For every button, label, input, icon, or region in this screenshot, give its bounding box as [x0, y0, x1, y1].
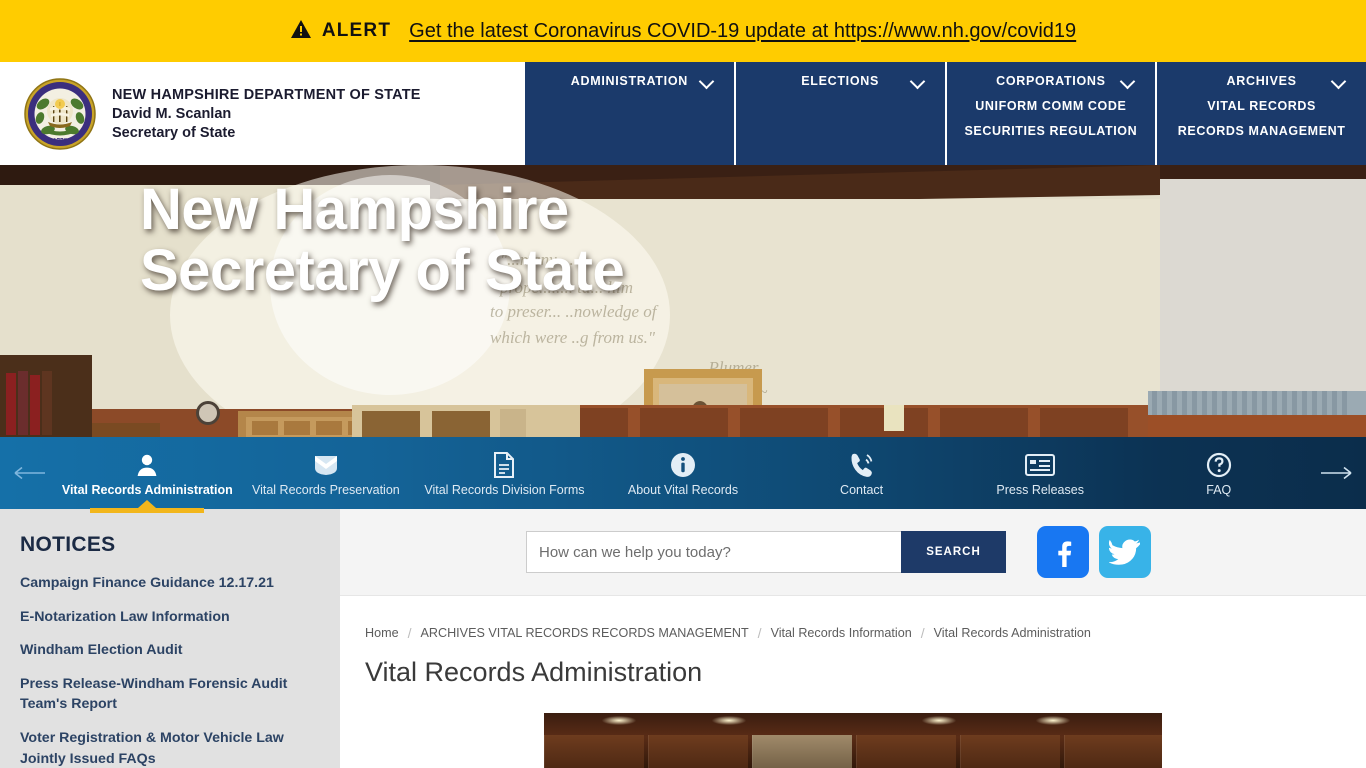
inav-about-vital-records[interactable]: About Vital Records [594, 437, 773, 509]
nav-column-administration[interactable]: ADMINISTRATION [525, 62, 734, 165]
content-image-wrap [340, 713, 1366, 768]
breadcrumb-item-archives[interactable]: ARCHIVES VITAL RECORDS RECORDS MANAGEMEN… [420, 626, 748, 640]
active-caret [138, 500, 157, 508]
brand-block[interactable]: 1776 NEW HAMPSHIRE DEPARTMENT OF STATE D… [0, 62, 525, 165]
search-input[interactable] [526, 531, 901, 573]
nav-top-archives[interactable]: ARCHIVES [1157, 73, 1366, 90]
breadcrumb-item-vital-records-information[interactable]: Vital Records Information [771, 626, 912, 640]
alert-label-group: ALERT [290, 19, 391, 44]
notice-item[interactable]: Windham Election Audit [20, 640, 320, 661]
nav-column-corporations[interactable]: CORPORATIONS UNIFORM COMM CODE SECURITIE… [944, 62, 1156, 165]
nav-label-administration: ADMINISTRATION [570, 74, 688, 88]
svg-text:1776: 1776 [53, 137, 68, 145]
secretary-title: Secretary of State [112, 124, 236, 141]
inav-label: FAQ [1206, 482, 1232, 497]
content-image [544, 713, 1162, 768]
inav-label: Contact [840, 482, 884, 497]
person-icon [134, 452, 160, 478]
inav-faq[interactable]: FAQ [1129, 437, 1308, 509]
inav-vital-records-administration[interactable]: Vital Records Administration [58, 437, 237, 513]
inav-contact[interactable]: Contact [772, 437, 951, 509]
arrow-right-icon[interactable] [1308, 437, 1366, 509]
active-underline [90, 508, 205, 513]
inav-label: Vital Records Preservation [251, 482, 400, 497]
nav-top-elections[interactable]: ELECTIONS [736, 73, 945, 90]
warning-triangle-icon [290, 19, 312, 44]
shield-preservation-icon [312, 452, 340, 478]
search-form: SEARCH [526, 531, 1006, 573]
nav-sub-records-management[interactable]: RECORDS MANAGEMENT [1178, 124, 1346, 138]
arrow-left-icon[interactable] [0, 437, 58, 509]
inav-label: Vital Records Division Forms [424, 482, 585, 497]
svg-text:to preser... ..nowledge of: to preser... ..nowledge of [490, 302, 659, 321]
breadcrumb-separator: / [920, 625, 925, 641]
notice-item[interactable]: E-Notarization Law Information [20, 607, 320, 628]
hero-title: New Hampshire Secretary of State [140, 177, 625, 304]
info-circle-icon [670, 452, 696, 478]
inav-vital-records-division-forms[interactable]: Vital Records Division Forms [415, 437, 594, 509]
main-navigation: ADMINISTRATION ELECTIONS CORPORATIONS UN… [525, 62, 1366, 165]
secretary-name: David M. Scanlan [112, 105, 232, 122]
nav-column-archives[interactable]: ARCHIVES VITAL RECORDS RECORDS MANAGEMEN… [1155, 62, 1366, 165]
nav-sub-securities-regulation[interactable]: SECURITIES REGULATION [964, 124, 1137, 138]
inav-label: Press Releases [996, 482, 1084, 497]
brand-text: NEW HAMPSHIRE DEPARTMENT OF STATE David … [112, 87, 421, 141]
chevron-down-icon[interactable] [698, 73, 715, 90]
inav-label: About Vital Records [627, 482, 739, 497]
inav-label: Vital Records Administration [61, 482, 233, 497]
nav-top-administration[interactable]: ADMINISTRATION [525, 73, 734, 90]
document-icon [493, 451, 515, 478]
facebook-icon[interactable] [1037, 526, 1089, 578]
nav-sub-uniform-comm-code[interactable]: UNIFORM COMM CODE [975, 99, 1126, 113]
notice-item[interactable]: Press Release-Windham Forensic Audit Tea… [20, 674, 320, 715]
notice-item[interactable]: Campaign Finance Guidance 12.17.21 [20, 573, 320, 594]
chevron-down-icon[interactable] [1119, 73, 1136, 90]
twitter-icon[interactable] [1099, 526, 1151, 578]
hero-title-line-1: New Hampshire [140, 177, 569, 242]
site-header: 1776 NEW HAMPSHIRE DEPARTMENT OF STATE D… [0, 62, 1366, 165]
alert-label: ALERT [321, 20, 392, 41]
hero-title-line-2: Secretary of State [140, 238, 625, 304]
nav-top-corporations[interactable]: CORPORATIONS [947, 73, 1156, 90]
nav-label-archives: ARCHIVES [1226, 74, 1297, 88]
department-name: NEW HAMPSHIRE DEPARTMENT OF STATE [112, 86, 421, 103]
breadcrumb-separator: / [757, 625, 762, 641]
breadcrumb-item-current: Vital Records Administration [933, 626, 1091, 640]
social-links [1037, 526, 1151, 578]
nav-sub-vital-records[interactable]: VITAL RECORDS [1207, 99, 1316, 113]
inav-vital-records-preservation[interactable]: Vital Records Preservation [237, 437, 416, 509]
inav-press-releases[interactable]: Press Releases [951, 437, 1130, 509]
notices-heading: NOTICES [20, 533, 116, 556]
main-content: SEARCH Home / ARCHIVES VITAL RECORDS REC… [340, 509, 1366, 768]
page-body: NOTICES Campaign Finance Guidance 12.17.… [0, 509, 1366, 768]
notice-item[interactable]: Voter Registration & Motor Vehicle Law J… [20, 728, 320, 768]
search-band: SEARCH [340, 509, 1366, 596]
section-icon-navigation: Vital Records Administration Vital Recor… [0, 437, 1366, 513]
phone-ringing-icon [848, 452, 876, 478]
alert-link[interactable]: Get the latest Coronavirus COVID-19 upda… [409, 20, 1076, 43]
chevron-down-icon[interactable] [1330, 73, 1347, 90]
nav-label-elections: ELECTIONS [801, 74, 880, 88]
question-circle-icon [1206, 452, 1232, 478]
breadcrumb-separator: / [407, 625, 412, 641]
breadcrumb: Home / ARCHIVES VITAL RECORDS RECORDS MA… [365, 625, 1366, 641]
chevron-down-icon[interactable] [909, 73, 925, 90]
state-seal-logo: 1776 [24, 77, 96, 150]
page-title: Vital Records Administration [365, 657, 703, 687]
svg-text:which were ..g from us.: which were ..g from us." [490, 328, 656, 347]
search-button[interactable]: SEARCH [901, 531, 1006, 573]
nav-column-elections[interactable]: ELECTIONS [733, 62, 945, 165]
sidebar-notices: NOTICES Campaign Finance Guidance 12.17.… [0, 509, 340, 768]
nav-label-corporations: CORPORATIONS [996, 74, 1106, 88]
breadcrumb-item-home[interactable]: Home [365, 626, 399, 640]
hero-banner: "...many ... prope........ ta... him to … [0, 165, 1366, 437]
alert-banner: ALERT Get the latest Coronavirus COVID-1… [0, 0, 1366, 62]
news-list-icon [1025, 452, 1056, 478]
